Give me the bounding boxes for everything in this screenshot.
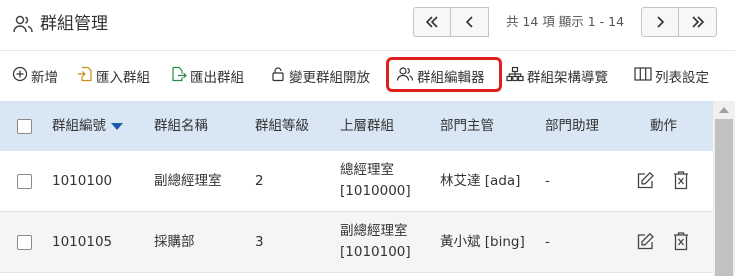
groups-table: 群組編號 群組名稱 群組等級 上層群組 部門主管 部門助理 動作 1010100… (0, 101, 713, 273)
manager-cell: 黃小斌 [bing] (440, 234, 525, 250)
toolbar: 新增 匯入群組 匯出群組 變更群組開放 群組編輯器 群組架構導覽 列表設定 (0, 60, 735, 92)
lock-icon (270, 66, 289, 86)
assistant-cell: - (545, 234, 550, 250)
column-header-group-id[interactable]: 群組編號 (52, 116, 123, 136)
parent-group-name: 總經理室 (340, 162, 394, 178)
chevron-left-icon (465, 13, 475, 32)
column-header-assistant: 部門助理 (545, 118, 599, 134)
scroll-up-arrow-icon[interactable] (719, 107, 729, 113)
users-icon (12, 13, 34, 35)
group-name-cell: 副總經理室 (154, 173, 222, 189)
list-settings-label: 列表設定 (655, 70, 709, 86)
group-id-cell: 1010105 (52, 234, 113, 250)
group-level-cell: 2 (255, 173, 264, 189)
column-header-actions: 動作 (650, 118, 677, 134)
parent-group-id: [1010000] (340, 183, 411, 199)
row-checkbox[interactable] (17, 174, 32, 189)
last-page-button[interactable] (679, 7, 717, 37)
page-title: 群組管理 (40, 14, 108, 34)
vertical-scrollbar[interactable] (713, 101, 735, 276)
assistant-cell: - (545, 173, 550, 189)
chevron-right-icon (655, 13, 665, 32)
edit-icon[interactable] (636, 232, 655, 255)
next-page-button[interactable] (641, 7, 679, 37)
pagination-info: 共 14 項 顯示 1 - 14 (505, 14, 625, 29)
delete-icon[interactable] (672, 170, 690, 194)
import-file-icon (77, 66, 96, 86)
export-groups-button[interactable]: 匯出群組 (171, 63, 244, 89)
column-header-manager: 部門主管 (440, 118, 494, 134)
plus-circle-icon (12, 66, 31, 86)
group-editor-highlight (386, 57, 502, 92)
group-structure-nav-label: 群組架構導覽 (527, 70, 608, 86)
add-button[interactable]: 新增 (12, 63, 58, 89)
list-settings-button[interactable]: 列表設定 (634, 63, 709, 89)
table-row: 1010100 副總經理室 2 總經理室 [1010000] 林艾達 [ada]… (0, 151, 713, 212)
export-file-icon (171, 66, 190, 86)
prev-page-button[interactable] (451, 7, 489, 37)
double-chevron-right-icon (691, 13, 705, 32)
column-header-label: 群組編號 (52, 118, 106, 134)
parent-group-id: [1010100] (340, 244, 411, 260)
group-structure-nav-button[interactable]: 群組架構導覽 (506, 63, 608, 89)
group-id-cell: 1010100 (52, 173, 113, 189)
column-header-group-level: 群組等級 (255, 118, 309, 134)
parent-group-name: 副總經理室 (340, 223, 408, 239)
row-checkbox[interactable] (17, 235, 32, 250)
change-group-access-label: 變更群組開放 (289, 70, 370, 86)
manager-cell: 林艾達 [ada] (440, 173, 521, 189)
add-label: 新增 (31, 70, 58, 86)
edit-icon[interactable] (636, 171, 655, 194)
column-header-group-name: 群組名稱 (154, 118, 208, 134)
scrollbar-thumb[interactable] (715, 119, 733, 276)
table-row: 1010105 採購部 3 副總經理室 [1010100] 黃小斌 [bing]… (0, 212, 713, 273)
export-groups-label: 匯出群組 (190, 70, 244, 86)
columns-icon (634, 66, 655, 86)
first-page-button[interactable] (413, 7, 451, 37)
import-groups-label: 匯入群組 (96, 70, 150, 86)
page-header: 群組管理 共 14 項 顯示 1 - 14 (0, 0, 735, 50)
select-all-checkbox[interactable] (17, 119, 32, 134)
sort-desc-icon (111, 122, 123, 130)
double-chevron-left-icon (425, 13, 439, 32)
change-group-access-button[interactable]: 變更群組開放 (270, 63, 370, 89)
header-divider (0, 50, 735, 51)
org-chart-icon (506, 66, 527, 86)
pagination: 共 14 項 顯示 1 - 14 (413, 7, 717, 39)
group-level-cell: 3 (255, 234, 264, 250)
delete-icon[interactable] (672, 231, 690, 255)
group-name-cell: 採購部 (154, 234, 195, 250)
table-header: 群組編號 群組名稱 群組等級 上層群組 部門主管 部門助理 動作 (0, 101, 713, 151)
column-header-parent-group: 上層群組 (340, 118, 394, 134)
import-groups-button[interactable]: 匯入群組 (77, 63, 150, 89)
